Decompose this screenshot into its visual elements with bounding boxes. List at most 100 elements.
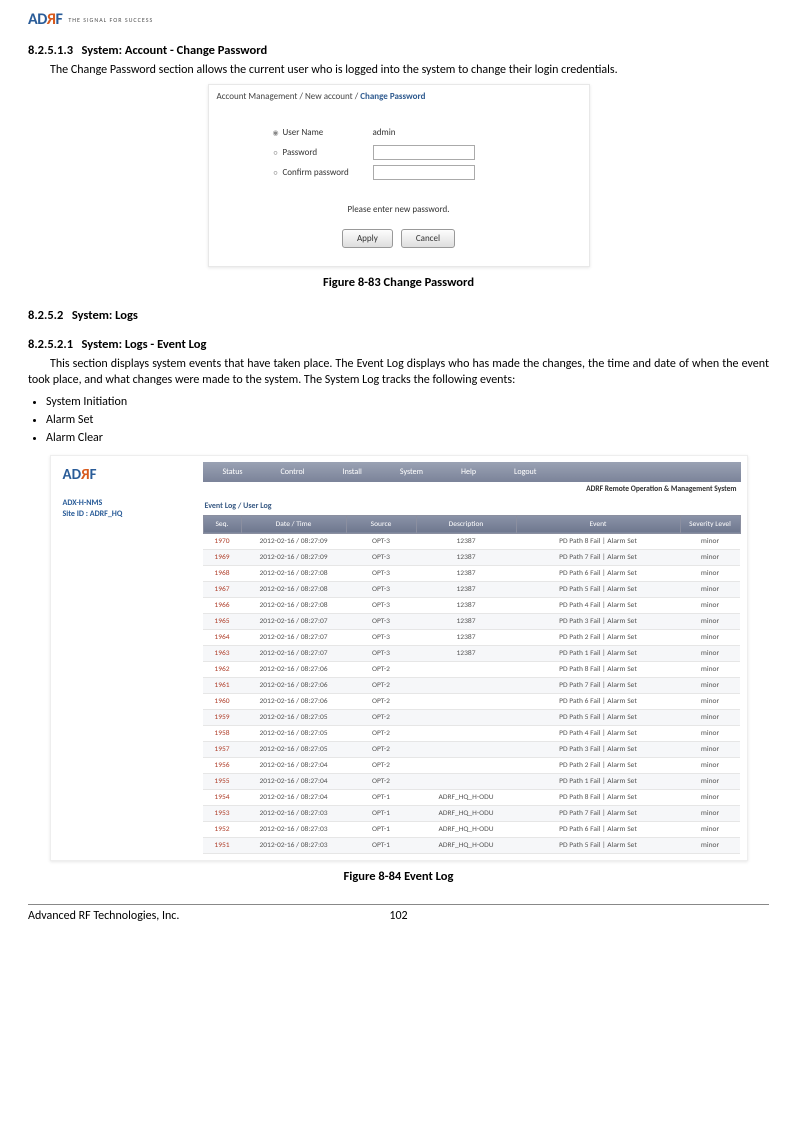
cell-datetime: 2012-02-16 / 08:27:09 <box>241 549 346 565</box>
menu-help[interactable]: Help <box>461 467 476 477</box>
cell-event: PD Path 7 Fail | Alarm Set <box>516 805 680 821</box>
cell-source: OPT-3 <box>346 613 416 629</box>
cell-severity: minor <box>680 613 740 629</box>
cell-severity: minor <box>680 821 740 837</box>
cell-seq: 1961 <box>203 677 241 693</box>
confirm-password-input[interactable] <box>373 165 475 180</box>
cell-source: OPT-3 <box>346 597 416 613</box>
cell-severity: minor <box>680 773 740 789</box>
cell-description <box>416 741 516 757</box>
table-row: 19562012-02-16 / 08:27:04OPT-2PD Path 2 … <box>203 757 740 773</box>
cell-event: PD Path 3 Fail | Alarm Set <box>516 741 680 757</box>
cell-seq: 1957 <box>203 741 241 757</box>
cell-severity: minor <box>680 837 740 853</box>
cell-description <box>416 709 516 725</box>
footer-page-number: 102 <box>275 909 522 923</box>
cell-source: OPT-3 <box>346 533 416 549</box>
table-row: 19672012-02-16 / 08:27:08OPT-312387PD Pa… <box>203 581 740 597</box>
cell-description <box>416 693 516 709</box>
cell-datetime: 2012-02-16 / 08:27:07 <box>241 645 346 661</box>
cell-severity: minor <box>680 693 740 709</box>
cell-datetime: 2012-02-16 / 08:27:06 <box>241 677 346 693</box>
cell-source: OPT-2 <box>346 741 416 757</box>
cell-description: 12387 <box>416 581 516 597</box>
cell-description: ADRF_HQ_H-ODU <box>416 821 516 837</box>
menu-install[interactable]: Install <box>343 467 362 477</box>
cell-severity: minor <box>680 645 740 661</box>
menu-control[interactable]: Control <box>281 467 305 477</box>
password-input[interactable] <box>373 145 475 160</box>
cell-source: OPT-3 <box>346 629 416 645</box>
cell-event: PD Path 3 Fail | Alarm Set <box>516 613 680 629</box>
cell-event: PD Path 4 Fail | Alarm Set <box>516 725 680 741</box>
cell-seq: 1962 <box>203 661 241 677</box>
cell-seq: 1952 <box>203 821 241 837</box>
radio-icon: ◉ <box>269 128 283 137</box>
cell-event: PD Path 4 Fail | Alarm Set <box>516 597 680 613</box>
password-label: Password <box>283 147 373 158</box>
cell-event: PD Path 6 Fail | Alarm Set <box>516 821 680 837</box>
table-row: 19642012-02-16 / 08:27:07OPT-312387PD Pa… <box>203 629 740 645</box>
cell-severity: minor <box>680 597 740 613</box>
table-row: 19702012-02-16 / 08:27:09OPT-312387PD Pa… <box>203 533 740 549</box>
figure-change-password: Account Management / New account / Chang… <box>208 84 590 267</box>
cell-source: OPT-2 <box>346 661 416 677</box>
cell-severity: minor <box>680 677 740 693</box>
list-item: Alarm Set <box>46 413 769 427</box>
cell-description <box>416 677 516 693</box>
menu-logout[interactable]: Logout <box>514 467 536 477</box>
cell-seq: 1968 <box>203 565 241 581</box>
figure-event-log: ADЯF ADX-H-NMS Site ID : ADRF_HQ Status … <box>50 455 748 861</box>
radio-icon: ○ <box>269 168 283 177</box>
table-row: 19582012-02-16 / 08:27:05OPT-2PD Path 4 … <box>203 725 740 741</box>
page-footer: Advanced RF Technologies, Inc. 102 <box>28 905 769 923</box>
cell-event: PD Path 2 Fail | Alarm Set <box>516 757 680 773</box>
cell-description: 12387 <box>416 629 516 645</box>
menu-system[interactable]: System <box>400 467 423 477</box>
cell-severity: minor <box>680 709 740 725</box>
menu-status[interactable]: Status <box>223 467 243 477</box>
cell-source: OPT-2 <box>346 757 416 773</box>
cell-seq: 1967 <box>203 581 241 597</box>
cell-event: PD Path 2 Fail | Alarm Set <box>516 629 680 645</box>
table-row: 19682012-02-16 / 08:27:08OPT-312387PD Pa… <box>203 565 740 581</box>
username-value: admin <box>373 127 396 138</box>
table-row: 19592012-02-16 / 08:27:05OPT-2PD Path 5 … <box>203 709 740 725</box>
list-item: Alarm Clear <box>46 431 769 445</box>
cell-severity: minor <box>680 533 740 549</box>
site-id: ADX-H-NMS Site ID : ADRF_HQ <box>63 498 203 520</box>
cell-event: PD Path 1 Fail | Alarm Set <box>516 645 680 661</box>
cell-source: OPT-2 <box>346 773 416 789</box>
cell-seq: 1959 <box>203 709 241 725</box>
cell-description: ADRF_HQ_H-ODU <box>416 805 516 821</box>
apply-button[interactable]: Apply <box>342 229 393 248</box>
cell-source: OPT-3 <box>346 581 416 597</box>
cancel-button[interactable]: Cancel <box>401 229 455 248</box>
cell-event: PD Path 8 Fail | Alarm Set <box>516 533 680 549</box>
cell-datetime: 2012-02-16 / 08:27:08 <box>241 565 346 581</box>
table-row: 19622012-02-16 / 08:27:06OPT-2PD Path 8 … <box>203 661 740 677</box>
cell-seq: 1966 <box>203 597 241 613</box>
cell-source: OPT-2 <box>346 693 416 709</box>
cell-datetime: 2012-02-16 / 08:27:09 <box>241 533 346 549</box>
logo: ADЯF <box>28 10 62 29</box>
cell-description: ADRF_HQ_H-ODU <box>416 837 516 853</box>
figure-caption-8-83: Figure 8-83 Change Password <box>28 275 769 290</box>
cell-datetime: 2012-02-16 / 08:27:05 <box>241 725 346 741</box>
cell-event: PD Path 8 Fail | Alarm Set <box>516 789 680 805</box>
table-row: 19512012-02-16 / 08:27:03OPT-1ADRF_HQ_H-… <box>203 837 740 853</box>
cell-datetime: 2012-02-16 / 08:27:08 <box>241 597 346 613</box>
cell-description <box>416 757 516 773</box>
heading-8-2-5-1-3: 8.2.5.1.3 System: Account - Change Passw… <box>28 43 769 58</box>
main-menu: Status Control Install System Help Logou… <box>203 462 741 482</box>
table-row: 19652012-02-16 / 08:27:07OPT-312387PD Pa… <box>203 613 740 629</box>
cell-description: 12387 <box>416 533 516 549</box>
cell-event: PD Path 8 Fail | Alarm Set <box>516 661 680 677</box>
cell-description: ADRF_HQ_H-ODU <box>416 789 516 805</box>
col-event: Event <box>516 515 680 533</box>
cell-severity: minor <box>680 741 740 757</box>
col-seq: Seq. <box>203 515 241 533</box>
cell-description: 12387 <box>416 565 516 581</box>
event-log-table: Seq. Date / Time Source Description Even… <box>203 515 741 854</box>
breadcrumb: Event Log / User Log <box>203 499 741 515</box>
